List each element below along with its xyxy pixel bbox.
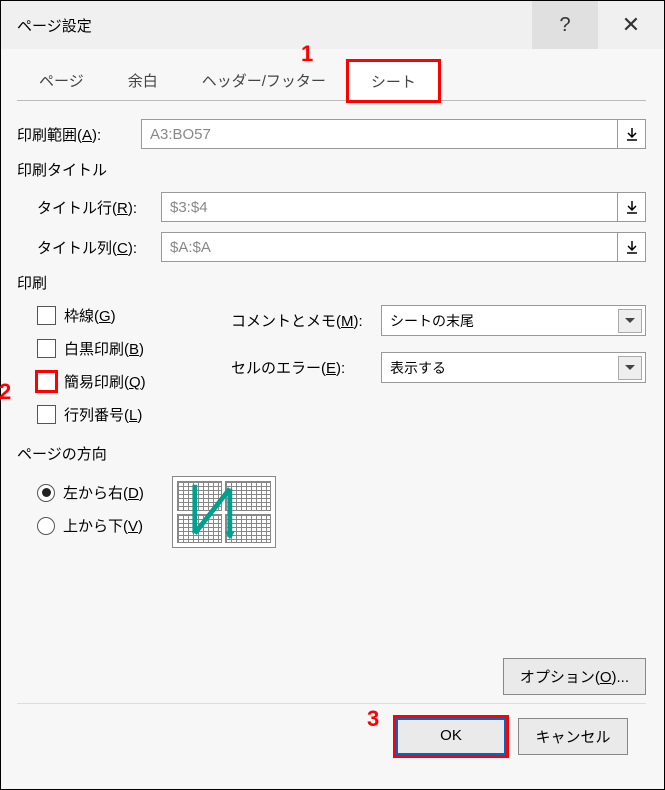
close-button[interactable]: ✕ — [598, 1, 664, 49]
print-section-label: 印刷 — [17, 272, 646, 293]
gridlines-checkbox[interactable]: 枠線(G) — [37, 305, 201, 326]
title-rows-label: タイトル行(R): — [37, 197, 161, 218]
draft-checkbox[interactable]: 簡易印刷(Q) — [37, 371, 201, 392]
page-setup-dialog: ページ設定 ? ✕ 1 ページ 余白 ヘッダー/フッター シート 印刷範囲(A)… — [0, 0, 665, 790]
errors-label: セルのエラー(E): — [231, 357, 381, 378]
chevron-down-icon[interactable] — [618, 356, 642, 380]
tab-margins[interactable]: 余白 — [106, 61, 180, 100]
title-cols-input[interactable] — [161, 232, 618, 262]
print-area-input[interactable] — [141, 119, 618, 149]
collapse-icon[interactable] — [618, 192, 646, 222]
tab-headerfooter[interactable]: ヘッダー/フッター — [180, 61, 348, 100]
page-order-label: ページの方向 — [17, 443, 646, 464]
cancel-button[interactable]: キャンセル — [518, 718, 628, 755]
collapse-icon[interactable] — [618, 119, 646, 149]
page-order-preview — [172, 476, 276, 548]
rowcol-checkbox[interactable]: 行列番号(L) — [37, 404, 201, 425]
title-rows-input[interactable] — [161, 192, 618, 222]
annotation-2: 2 — [0, 379, 11, 405]
ltr-radio[interactable]: 左から右(D) — [37, 482, 144, 503]
titlebar: ページ設定 ? ✕ — [1, 1, 664, 49]
dialog-title: ページ設定 — [17, 15, 92, 36]
collapse-icon[interactable] — [618, 232, 646, 262]
blackwhite-checkbox[interactable]: 白黒印刷(B) — [37, 338, 201, 359]
annotation-3: 3 — [367, 706, 379, 732]
print-titles-label: 印刷タイトル — [17, 159, 646, 180]
tab-sheet[interactable]: シート — [348, 61, 439, 101]
comments-label: コメントとメモ(M): — [231, 310, 381, 331]
ttb-radio[interactable]: 上から下(V) — [37, 515, 144, 536]
tabstrip: ページ 余白 ヘッダー/フッター シート — [17, 61, 646, 101]
chevron-down-icon[interactable] — [618, 309, 642, 333]
ok-button[interactable]: OK — [396, 718, 506, 755]
print-area-label: 印刷範囲(A): — [17, 124, 141, 145]
options-button[interactable]: オプション(O)... — [503, 658, 646, 695]
errors-combo[interactable]: 表示する — [381, 352, 646, 383]
help-button[interactable]: ? — [532, 1, 598, 49]
tab-page[interactable]: ページ — [17, 61, 106, 100]
comments-combo[interactable]: シートの末尾 — [381, 305, 646, 336]
title-cols-label: タイトル列(C): — [37, 237, 161, 258]
